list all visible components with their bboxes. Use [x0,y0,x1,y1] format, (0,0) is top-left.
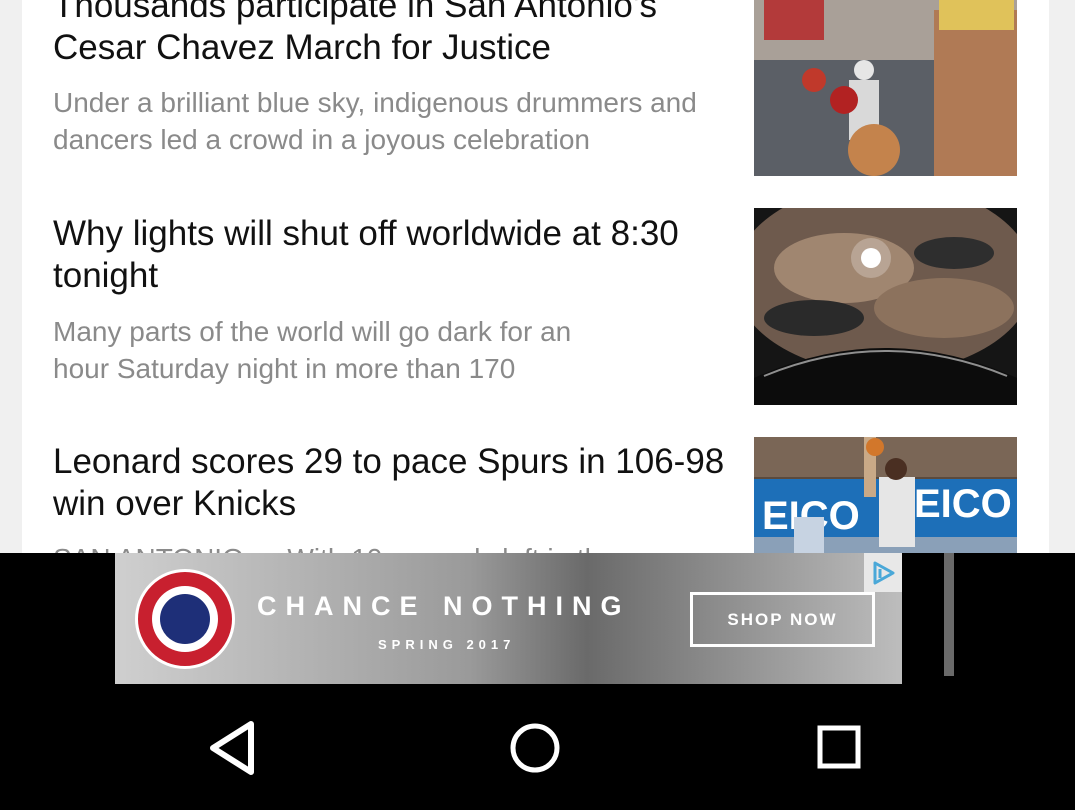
adchoices-icon[interactable] [864,553,902,592]
article-summary: SAN ANTONIO — With 10 seconds left in th… [53,540,733,553]
article-title[interactable]: Why lights will shut off worldwide at 8:… [53,213,733,297]
article-item[interactable]: Why lights will shut off worldwide at 8:… [22,208,1049,418]
navigation-bar [0,688,1075,810]
home-circle-icon[interactable] [500,716,570,780]
svg-text:EICO: EICO [914,482,1012,526]
article-item[interactable]: Thousands participate in San Antonio's C… [22,0,1049,190]
brand-logo [135,569,235,669]
recents-square-icon[interactable] [804,716,874,780]
article-thumbnail[interactable]: EICO EICO [754,437,1017,553]
article-summary: Under a brilliant blue sky, indigenous d… [53,87,697,155]
ad-scrollbar[interactable] [944,553,954,676]
article-summary: Many parts of the world will go dark for… [53,316,572,384]
stadium-night-photo [754,208,1017,405]
ad-bar: CHANCE NOTHING SPRING 2017 SHOP NOW [0,553,1075,688]
article-title[interactable]: Leonard scores 29 to pace Spurs in 106-9… [53,441,733,525]
ad-subline: SPRING 2017 [378,637,516,652]
ad-banner[interactable]: CHANCE NOTHING SPRING 2017 SHOP NOW [115,553,902,684]
article-thumbnail[interactable] [754,208,1017,405]
back-triangle-icon[interactable] [199,716,269,780]
ad-headline: CHANCE NOTHING [257,591,631,621]
article-item[interactable]: Leonard scores 29 to pace Spurs in 106-9… [22,437,1049,553]
article-title[interactable]: Thousands participate in San Antonio's C… [53,0,733,69]
basketball-photo: EICO EICO [754,437,1017,553]
shop-now-button[interactable]: SHOP NOW [690,592,875,647]
article-thumbnail[interactable] [754,0,1017,176]
news-feed: Thousands participate in San Antonio's C… [22,0,1049,553]
march-photo [754,0,1017,176]
